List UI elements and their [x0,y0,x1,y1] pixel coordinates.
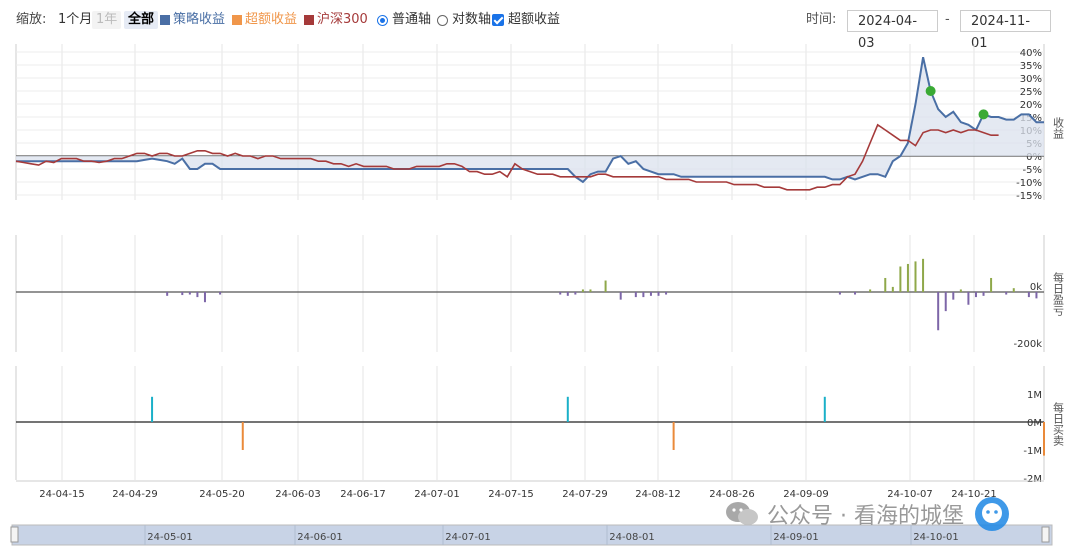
watermark: 公众号 · 看海的城堡 [725,496,1010,532]
backtest-chart: 40%35%30%25%20%15%10%5%0%-5%-10%-15%收益 0… [10,44,1065,546]
pnl-bar [188,292,191,295]
x-tick-label: 24-08-12 [635,489,680,500]
pnl-bar [581,289,584,292]
x-tick-label: 24-07-29 [562,489,607,500]
pnl-bar [891,286,894,292]
pnl-bar [937,292,940,331]
y-tick-label: 0M [1027,418,1042,429]
pnl-bar [634,292,637,298]
y-tick-label: -15% [1016,191,1042,202]
y-tick-label: 20% [1020,100,1042,111]
pnl-bar [657,292,660,296]
navigator-handle-left [10,526,19,543]
pnl-bar [196,292,199,298]
pnl-bar [559,292,562,295]
trade-bar [1043,422,1045,456]
navigator-tick-label: 24-08-01 [609,532,654,543]
y-tick-label: 30% [1020,74,1042,85]
y-tick-label: -10% [1016,178,1042,189]
trade-bar [672,422,675,450]
pnl-bar [899,266,902,292]
pnl-bar [838,292,841,295]
pnl-bar [914,261,917,292]
y-tick-label: 1M [1027,390,1042,401]
peak-marker [925,86,936,96]
pnl-bar [665,292,668,295]
y-tick-label: 35% [1020,61,1042,72]
y-tick-label: -2M [1023,474,1042,485]
y-tick-label: 25% [1020,87,1042,98]
pnl-bar [589,289,592,292]
pnl-bar [566,292,569,296]
x-tick-label: 24-07-01 [414,489,459,500]
y-tick-label: 0k [1030,282,1042,293]
x-tick-label: 24-06-17 [340,489,385,500]
pnl-bar [990,277,993,292]
navigator-tick-label: 24-09-01 [773,532,818,543]
pnl-bar [974,292,977,298]
pnl-bar [1005,292,1008,295]
navigator-tick-label: 24-06-01 [297,532,342,543]
navigator-tick-label: 24-07-01 [445,532,490,543]
y-axis-title: 每日盈亏 [1052,271,1065,317]
peak-marker [978,109,989,120]
x-tick-label: 24-05-20 [199,489,244,500]
pnl-bar [944,292,947,312]
pnl-bar [219,292,222,295]
y-axis-title: 收益 [1052,116,1065,139]
y-tick-label: -200k [1014,339,1043,350]
trade-bar [566,396,569,422]
y-tick-label: -5% [1023,165,1042,176]
pnl-bar [166,292,169,296]
pnl-bar [1012,288,1015,292]
pnl-bar [854,292,857,295]
pnl-bar [619,292,622,300]
pnl-bar [982,292,985,296]
x-tick-label: 24-07-15 [488,489,533,500]
pnl-bar [181,292,184,296]
navigator-handle-right [1041,526,1050,543]
wechat-icon [726,502,758,525]
pnl-bar [1035,292,1038,299]
pnl-bar [642,292,645,298]
pnl-bar [967,292,970,305]
pnl-bar [952,292,955,300]
watermark-text: 公众号 · 看海的城堡 [767,504,964,529]
pnl-bar [574,292,577,295]
x-tick-label: 24-04-29 [112,489,157,500]
pnl-bar [922,258,925,292]
trade-bar [151,396,154,422]
pnl-bar [649,292,652,296]
avatar-icon [974,497,1009,531]
navigator-tick-label: 24-05-01 [147,532,192,543]
trade-bar [823,396,826,422]
navigator-tick-label: 24-10-01 [913,532,958,543]
y-tick-label: 40% [1020,48,1042,59]
pnl-bar [203,292,206,303]
trade-bar [241,422,244,450]
x-tick-label: 24-04-15 [39,489,84,500]
pnl-bar [906,263,909,292]
pnl-bar [884,277,887,292]
pnl-bar [959,289,962,292]
y-tick-label: -1M [1023,446,1042,457]
x-tick-label: 24-06-03 [275,489,320,500]
y-axis-title: 每日买卖 [1052,401,1065,447]
pnl-bar [1027,292,1030,298]
pnl-bar [869,289,872,292]
pnl-bar [604,280,607,292]
